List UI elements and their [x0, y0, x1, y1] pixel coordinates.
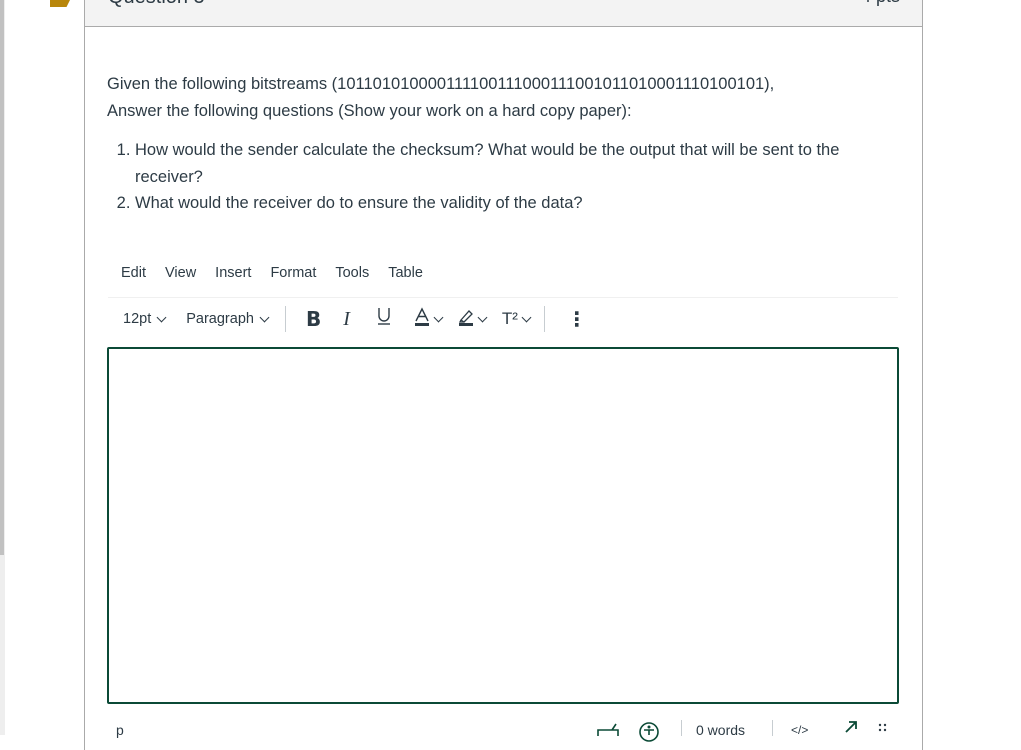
menubar-divider: [108, 297, 898, 298]
bold-button[interactable]: B: [306, 307, 321, 331]
question-item-2: What would the receiver do to ensure the…: [135, 190, 897, 217]
question-list: How would the sender calculate the check…: [107, 137, 897, 217]
question-header: Question 5 4 pts: [85, 0, 922, 27]
more-options-button[interactable]: ⋮: [567, 307, 587, 332]
word-count[interactable]: 0 words: [696, 722, 745, 738]
accessibility-checker-icon[interactable]: [638, 721, 660, 746]
statusbar-separator: [681, 720, 682, 736]
highlight-color-button[interactable]: [458, 307, 488, 331]
text-color-button[interactable]: [414, 307, 444, 331]
underline-icon: [376, 306, 392, 332]
menu-view[interactable]: View: [165, 265, 196, 281]
toolbar-separator: [284, 306, 286, 332]
superscript-icon: T²: [501, 309, 518, 328]
editor-statusbar: p 0 words </>: [108, 718, 898, 742]
question-points: 4 pts: [861, 0, 900, 7]
superscript-button[interactable]: T²: [501, 309, 532, 329]
editor-menubar: Edit View Insert Format Tools Table: [121, 265, 442, 281]
flag-question-icon[interactable]: [50, 0, 72, 7]
keyboard-shortcuts-icon[interactable]: [596, 722, 620, 741]
chevron-down-icon: [433, 312, 444, 322]
menu-table[interactable]: Table: [388, 265, 423, 281]
question-text: Given the following bitstreams (10110101…: [107, 71, 897, 217]
question-intro-line1: Given the following bitstreams (10110101…: [107, 75, 775, 93]
highlight-icon: [458, 307, 474, 331]
text-color-icon: [414, 307, 430, 331]
font-size-value: 12pt: [123, 311, 152, 327]
font-size-dropdown[interactable]: 12pt: [123, 311, 167, 327]
bold-icon: B: [305, 307, 322, 331]
resize-handle-icon[interactable]: [878, 722, 888, 738]
chevron-down-icon: [259, 312, 270, 322]
menu-format[interactable]: Format: [270, 265, 316, 281]
more-vertical-icon: ⋮: [566, 308, 587, 331]
answer-editor[interactable]: [107, 347, 899, 704]
menu-tools[interactable]: Tools: [335, 265, 369, 281]
block-format-value: Paragraph: [186, 311, 254, 327]
element-path[interactable]: p: [116, 722, 124, 738]
toolbar-separator: [543, 306, 545, 332]
chevron-down-icon: [477, 312, 488, 322]
page-scrollbar-thumb[interactable]: [0, 0, 4, 555]
italic-button[interactable]: I: [343, 308, 350, 331]
statusbar-separator: [772, 720, 773, 736]
chevron-down-icon: [156, 312, 167, 322]
block-format-dropdown[interactable]: Paragraph: [186, 311, 270, 327]
underline-button[interactable]: [376, 306, 392, 332]
chevron-down-icon: [521, 312, 532, 322]
menu-edit[interactable]: Edit: [121, 265, 146, 281]
fullscreen-icon[interactable]: [844, 720, 858, 737]
menu-insert[interactable]: Insert: [215, 265, 251, 281]
page-scrollbar-track[interactable]: [0, 0, 5, 735]
question-item-1: How would the sender calculate the check…: [135, 137, 897, 190]
editor-content[interactable]: [109, 349, 897, 702]
editor-toolbar: 12pt Paragraph B I T² ⋮: [108, 304, 898, 334]
question-intro-line2: Answer the following questions (Show you…: [107, 102, 632, 120]
italic-icon: I: [343, 307, 350, 330]
question-title: Question 5: [108, 0, 205, 9]
